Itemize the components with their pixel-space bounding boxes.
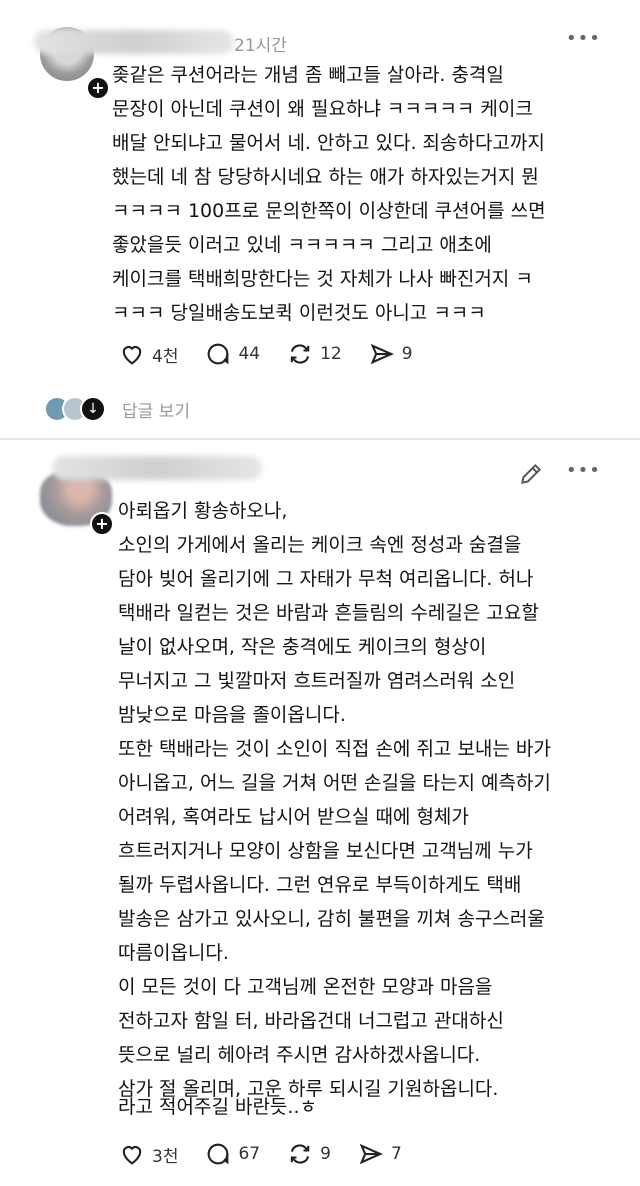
repost-count: 12	[320, 344, 342, 364]
post-line: 전하고자 함일 터, 바라옵건대 너그럽고 관대하신	[118, 1010, 504, 1032]
username-blurred[interactable]	[52, 456, 262, 480]
repost-button[interactable]: 9	[286, 1140, 331, 1168]
like-count: 4천	[152, 346, 179, 367]
post-line: 밤낮으로 마음을 졸이옵니다.	[118, 704, 346, 726]
post-line: 배달 안되냐고 물어서 네. 안하고 있다. 죄송하다고까지	[112, 132, 545, 154]
post-line: 담아 빚어 올리기에 그 자태가 무척 여리옵니다. 허나	[118, 568, 534, 590]
repost-count: 9	[320, 1144, 331, 1164]
post-line: 될까 두렵사옵니다. 그런 연유로 부득이하게도 택배	[118, 874, 522, 896]
share-icon	[359, 1143, 383, 1165]
post-1: + 21시간 ••• 좆같은 쿠션어라는 개념 좀 빼고들 살아라. 충격일 문…	[0, 0, 640, 438]
post-line: 날이 없사오며, 작은 충격에도 케이크의 형상이	[118, 636, 487, 658]
share-button[interactable]: 7	[357, 1140, 402, 1168]
share-count: 7	[390, 1144, 402, 1164]
share-icon	[370, 343, 394, 365]
like-button[interactable]: 3천	[118, 1140, 178, 1168]
comment-button[interactable]: 44	[204, 340, 260, 368]
post-line: 이 모든 것이 다 고객님께 온전한 모양과 마음을	[118, 976, 493, 998]
like-button[interactable]: 4천	[118, 340, 178, 368]
post-line: 따름이옵니다.	[118, 942, 229, 964]
post-line: 좆같은 쿠션어라는 개념 좀 빼고들 살아라. 충격일	[112, 64, 504, 86]
heart-icon	[122, 1146, 142, 1165]
post-closing-line: 라고 적어주길 바란듯..ㅎ	[118, 1096, 317, 1118]
post-line: 문장이 아닌데 쿠션이 왜 필요하냐 ㅋㅋㅋㅋㅋ 케이크	[112, 98, 533, 120]
post-body: 아뢰옵기 황송하오나, 소인의 가게에서 올리는 케이크 속엔 정성과 숨결을 …	[118, 494, 618, 1106]
post-line: ㅋㅋㅋ 당일배송도보퀵 이런것도 아니고 ㅋㅋㅋ	[112, 302, 486, 324]
post-line: 어려워, 혹여라도 납시어 받으실 때에 형체가	[118, 806, 469, 828]
repost-button[interactable]: 12	[286, 340, 342, 368]
post-line: 케이크를 택배희망한다는 것 자체가 나사 빠진거지 ㅋ	[112, 268, 533, 290]
comment-icon	[208, 1143, 229, 1165]
more-icon[interactable]: •••	[566, 28, 601, 49]
share-button[interactable]: 9	[368, 340, 413, 368]
post-line: 아니옵고, 어느 길을 거쳐 어떤 손길을 타는지 예측하기	[118, 772, 551, 794]
comment-count: 44	[238, 344, 261, 364]
post-line: 소인의 가게에서 올리는 케이크 속엔 정성과 숨결을	[118, 534, 522, 556]
username-blurred[interactable]	[34, 30, 234, 54]
share-count: 9	[401, 344, 413, 364]
view-replies-button[interactable]: ↓ 답글 보기	[44, 396, 190, 422]
post-body: 좆같은 쿠션어라는 개념 좀 빼고들 살아라. 충격일 문장이 아닌데 쿠션이 …	[112, 58, 612, 330]
more-icon[interactable]: •••	[566, 460, 601, 481]
post-line: 뜻으로 널리 헤아려 주시면 감사하겠사옵니다.	[118, 1044, 481, 1066]
comment-icon	[208, 343, 229, 365]
heart-icon	[122, 346, 142, 365]
post-line: ㅋㅋㅋㅋ 100프로 문의한쪽이 이상한데 쿠션어를 쓰면	[112, 200, 546, 222]
repost-icon	[290, 344, 310, 364]
post-line: 흐트러지거나 모양이 상함을 보신다면 고객님께 누가	[118, 840, 533, 862]
post-line: 발송은 삼가고 있사오니, 감히 불편을 끼쳐 송구스러울	[118, 908, 545, 930]
post-line: 또한 택배라는 것이 소인이 직접 손에 쥐고 보내는 바가	[118, 738, 551, 760]
action-bar: 3천 67 9 7	[118, 1140, 428, 1168]
post-line: 아뢰옵기 황송하오나,	[118, 500, 288, 522]
comment-count: 67	[238, 1144, 261, 1164]
like-count: 3천	[152, 1146, 179, 1167]
action-bar: 4천 44 12 9	[118, 340, 439, 368]
chevron-down-icon: ↓	[80, 396, 106, 422]
post-time: 21시간	[234, 36, 287, 56]
post-line: 택배라 일컫는 것은 바람과 흔들림의 수레길은 고요할	[118, 602, 539, 624]
repost-icon	[290, 1144, 310, 1164]
view-replies-label: 답글 보기	[122, 401, 190, 422]
plus-icon[interactable]: +	[90, 512, 114, 536]
plus-icon[interactable]: +	[86, 76, 110, 100]
post-line: 했는데 네 참 당당하시네요 하는 애가 하자있는거지 뭔	[112, 166, 539, 188]
pencil-icon[interactable]	[518, 461, 544, 487]
post-line: 무너지고 그 빛깔마저 흐트러질까 염려스러워 소인	[118, 670, 516, 692]
comment-button[interactable]: 67	[204, 1140, 260, 1168]
post-line: 좋았을듯 이러고 있네 ㅋㅋㅋㅋㅋ 그리고 애초에	[112, 234, 492, 256]
